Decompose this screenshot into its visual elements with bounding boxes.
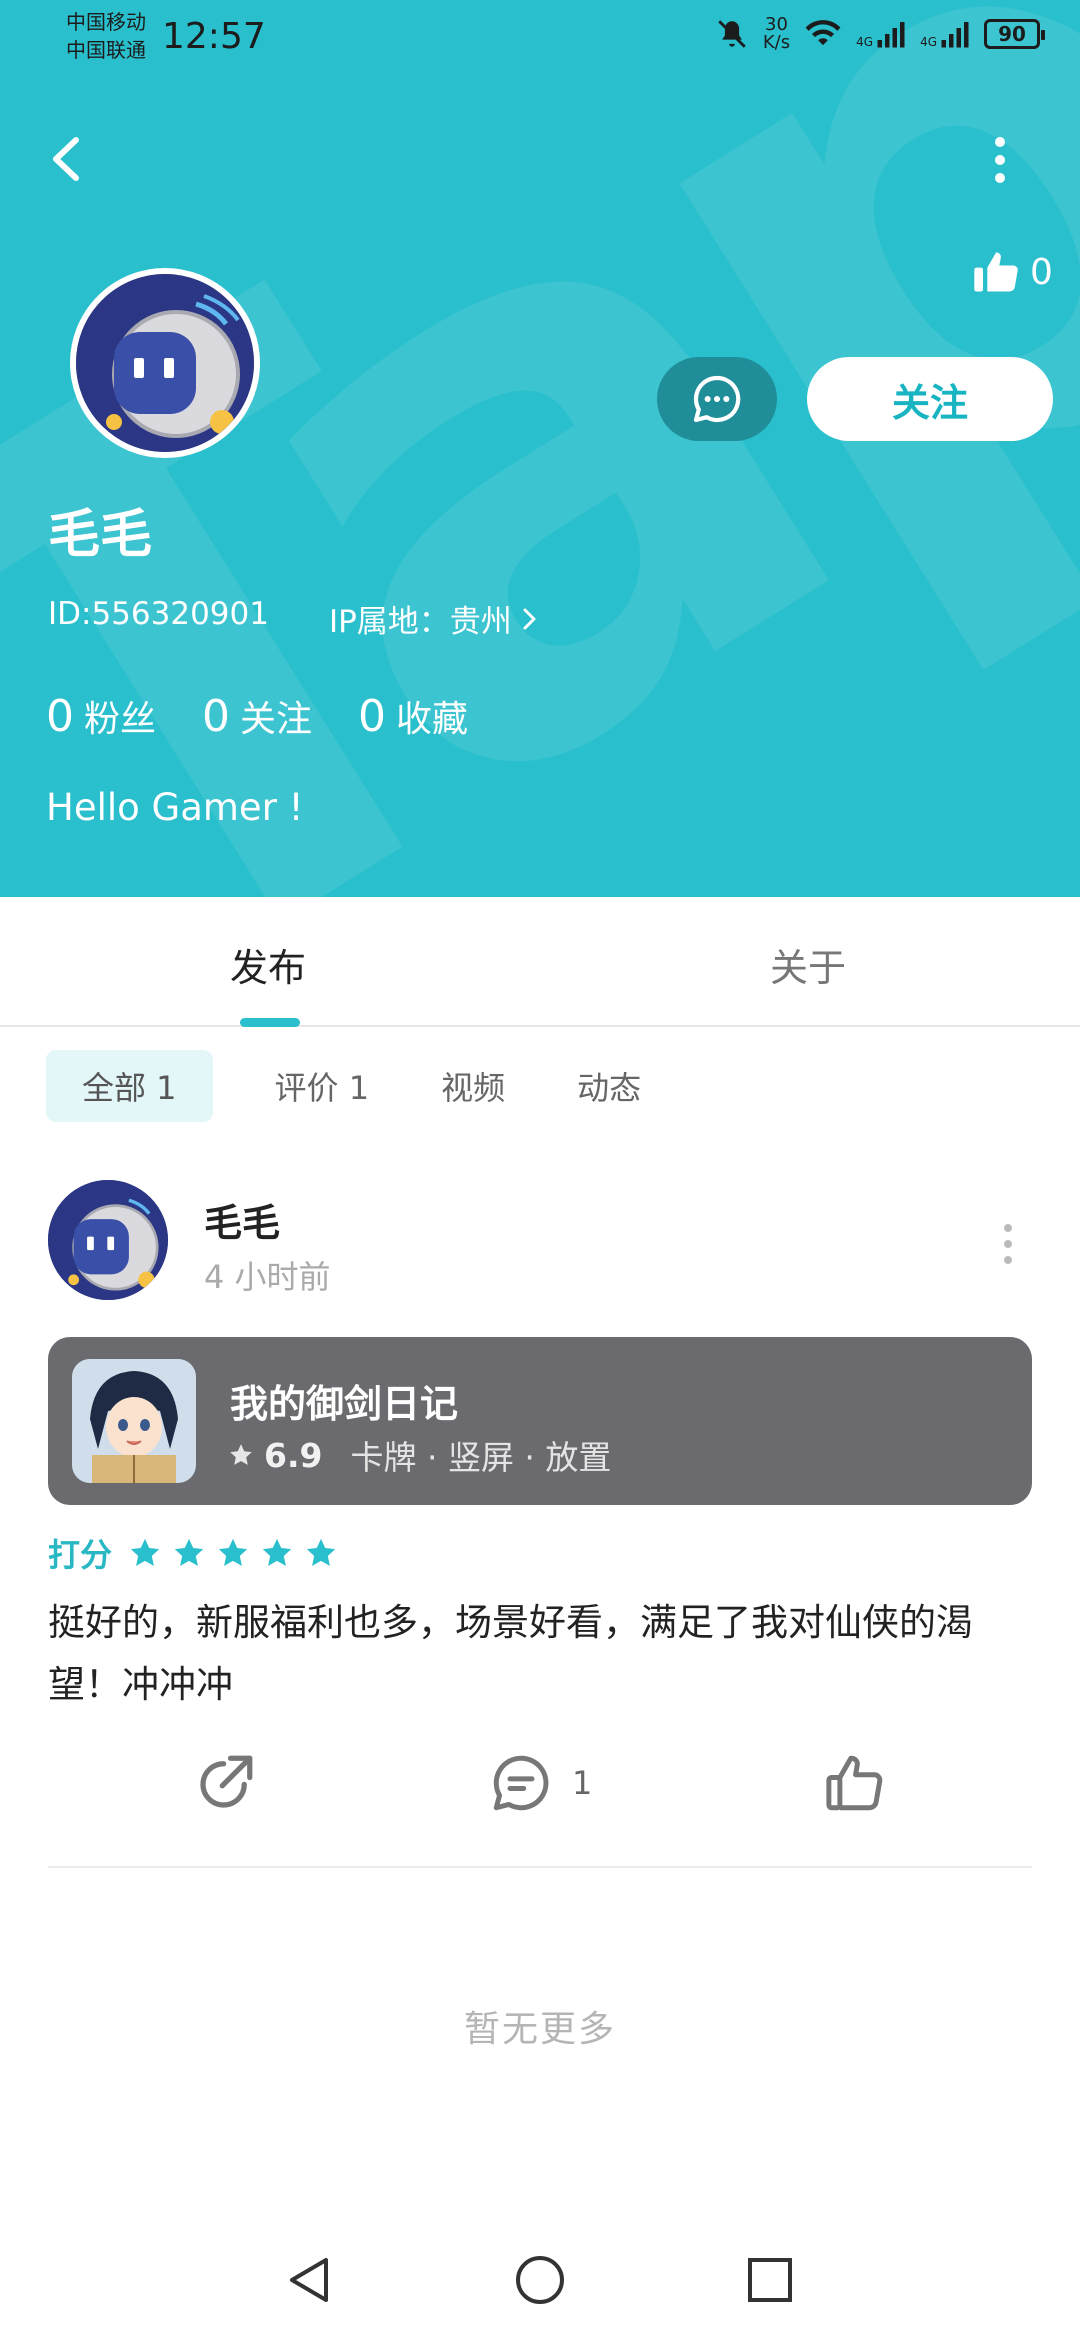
robot-avatar-icon <box>76 274 254 452</box>
carrier-info: 中国移动 中国联通 <box>66 8 146 64</box>
post-more-button[interactable] <box>998 1222 1018 1266</box>
chevron-left-icon <box>53 137 79 181</box>
thumbs-up-outline-icon <box>826 1755 883 1811</box>
filter-videos[interactable]: 视频 <box>405 1050 541 1122</box>
square-recents-icon <box>748 2258 792 2302</box>
status-time: 12:57 <box>162 16 266 57</box>
post-timestamp: 4 小时前 <box>204 1258 331 1296</box>
profile-id-line: ID:556320901 IP属地：贵州 <box>48 596 540 641</box>
mute-bell-icon <box>718 20 746 48</box>
profile-bio: Hello Gamer ! <box>46 786 304 829</box>
filter-all[interactable]: 全部 1 <box>46 1050 213 1122</box>
stat-collections[interactable]: 0 收藏 <box>358 690 468 742</box>
score-label: 打分 <box>48 1536 113 1574</box>
profile-name: 毛毛 <box>48 505 153 565</box>
profile-header: Tap 中国移动 中国联通 12:57 30 K/s 4G 4G 90 0 关注… <box>0 0 1080 897</box>
post-author-avatar[interactable] <box>48 1180 168 1300</box>
carrier-2: 中国联通 <box>66 38 146 62</box>
network-speed: 30 K/s <box>763 16 790 52</box>
triangle-back-icon <box>290 2258 328 2302</box>
stat-label: 关注 <box>240 699 313 740</box>
wifi-icon <box>805 20 841 46</box>
chevron-right-icon <box>523 608 536 629</box>
rating-star-icon <box>262 1538 292 1566</box>
battery-indicator: 90 <box>984 19 1045 49</box>
post-divider <box>48 1866 1032 1868</box>
game-tags: 卡牌 · 竖屏 · 放置 <box>350 1438 612 1477</box>
no-more-text: 暂无更多 <box>463 2009 616 2050</box>
post-author-name[interactable]: 毛毛 <box>204 1192 280 1247</box>
signal-bars-icon <box>877 22 905 48</box>
share-button[interactable] <box>192 1750 258 1816</box>
likes-count: 0 <box>1030 251 1053 293</box>
stat-label: 粉丝 <box>84 699 157 740</box>
anime-character-icon <box>72 1359 196 1483</box>
stat-fans[interactable]: 0 粉丝 <box>46 690 156 742</box>
chat-bubble-icon <box>693 375 741 423</box>
game-meta: 6.9 卡牌 · 竖屏 · 放置 <box>228 1431 611 1479</box>
nav-home-button[interactable] <box>510 2250 570 2310</box>
status-icons: 30 K/s 4G 4G 90 <box>715 16 1045 52</box>
nav-back-button[interactable] <box>280 2250 340 2310</box>
profile-stats: 0 粉丝 0 关注 0 收藏 <box>46 690 468 742</box>
user-id: ID:556320901 <box>48 596 269 632</box>
stat-number: 0 <box>358 691 387 742</box>
review-text: 挺好的，新服福利也多，场景好看，满足了我对仙侠的渴望！冲冲冲 <box>48 1601 973 1706</box>
game-title: 我的御剑日记 <box>230 1382 459 1426</box>
comment-count: 1 <box>572 1764 593 1802</box>
active-tab-indicator <box>240 1018 300 1027</box>
like-button[interactable] <box>822 1750 888 1816</box>
filter-activity[interactable]: 动态 <box>541 1050 677 1122</box>
comment-button[interactable]: 1 <box>488 1750 592 1816</box>
signal-bars-icon <box>941 22 969 48</box>
network-label-1: 4G <box>856 35 874 49</box>
game-card[interactable]: 我的御剑日记 6.9 卡牌 · 竖屏 · 放置 <box>48 1337 1032 1505</box>
vertical-dots-icon <box>1004 1224 1012 1264</box>
game-rating: 6.9 <box>264 1435 323 1475</box>
profile-avatar[interactable] <box>70 268 260 458</box>
carrier-1: 中国移动 <box>66 10 146 34</box>
rating-star-icon <box>218 1538 248 1566</box>
robot-avatar-icon <box>48 1180 168 1300</box>
rating-star-icon <box>174 1538 204 1566</box>
rating-star-icon <box>130 1538 160 1566</box>
comment-icon <box>493 1755 549 1811</box>
tab-publish[interactable]: 发布 <box>230 937 306 992</box>
score-row: 打分 <box>48 1530 338 1576</box>
thumbs-up-icon <box>974 252 1018 292</box>
more-options-button[interactable] <box>985 130 1015 190</box>
status-bar: 中国移动 中国联通 12:57 30 K/s 4G 4G 90 <box>0 0 1080 80</box>
stat-label: 收藏 <box>396 699 469 740</box>
stat-number: 0 <box>46 691 74 742</box>
ip-location-link[interactable]: IP属地：贵州 <box>329 596 540 641</box>
star-rating <box>128 1536 338 1570</box>
back-button[interactable] <box>40 124 100 194</box>
filter-reviews[interactable]: 评价 1 <box>239 1050 406 1122</box>
network-label-2: 4G <box>920 35 937 49</box>
speed-unit: K/s <box>762 32 791 53</box>
star-icon <box>230 1444 252 1465</box>
filter-chips: 全部 1 评价 1 视频 动态 <box>46 1050 677 1122</box>
stat-following[interactable]: 0 关注 <box>202 690 312 742</box>
ip-location-text: IP属地：贵州 <box>328 604 512 640</box>
signal-1: 4G <box>856 19 906 49</box>
profile-likes[interactable]: 0 <box>970 246 1053 298</box>
share-icon <box>200 1755 253 1808</box>
system-nav-bar <box>0 2230 1080 2340</box>
stat-number: 0 <box>202 691 231 742</box>
nav-recents-button[interactable] <box>740 2250 800 2310</box>
message-button[interactable] <box>657 357 777 441</box>
profile-tabs: 发布 关于 <box>0 897 1080 1027</box>
rating-star-icon <box>306 1538 336 1566</box>
post-actions: 1 <box>0 1750 1080 1830</box>
circle-home-icon <box>516 2256 564 2304</box>
signal-2: 4G <box>920 19 970 49</box>
tab-about[interactable]: 关于 <box>770 937 846 992</box>
vertical-dots-icon <box>995 137 1005 183</box>
follow-button[interactable]: 关注 <box>807 357 1053 441</box>
game-icon <box>72 1359 196 1483</box>
